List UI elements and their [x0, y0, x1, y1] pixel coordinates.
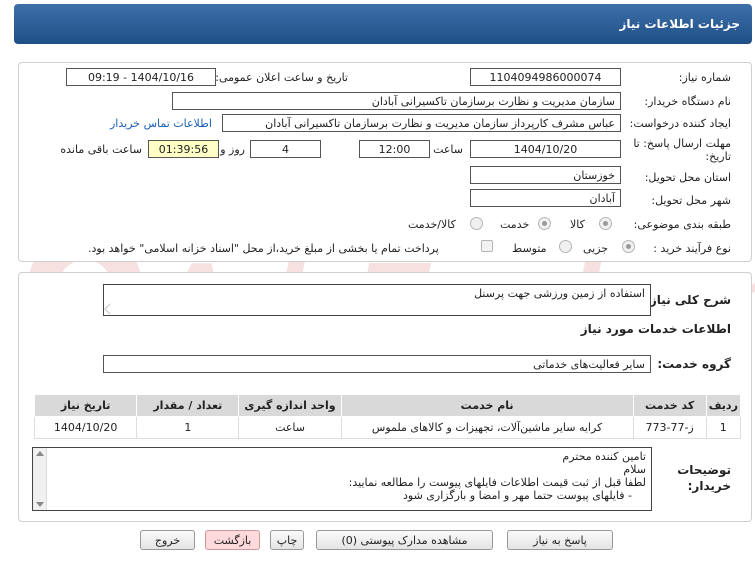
remaining-label: ساعت باقی مانده	[60, 143, 142, 156]
scrollbar[interactable]	[33, 448, 47, 510]
notes-line: سلام	[623, 463, 646, 476]
col-code-header: کد خدمت	[632, 394, 707, 417]
treasury-checkbox[interactable]	[481, 240, 493, 252]
description-textarea[interactable]: استفاده از زمین ورزشی جهت پرسنل	[103, 284, 651, 316]
service-group-field: سایر فعالیت‌های خدماتی	[103, 355, 651, 373]
category-option-service: خدمت	[500, 218, 530, 231]
purchase-radio-medium[interactable]	[559, 240, 572, 253]
notes-line: - فایلهای پیوست حتما مهر و امضا و بارگزا…	[403, 489, 646, 502]
announce-field: 1404/10/16 - 09:19	[66, 68, 216, 86]
days-label: روز و	[220, 143, 245, 156]
requester-field: عباس مشرف کارپرداز سازمان مدیریت و نظارت…	[222, 114, 621, 132]
col-name-header: نام خدمت	[340, 394, 634, 417]
cell-date: 1404/10/20	[33, 416, 138, 439]
category-label: طبقه بندی موضوعی:	[633, 218, 731, 231]
remaining-time-field: 01:39:56	[148, 140, 219, 158]
purchase-radio-minor[interactable]	[622, 240, 635, 253]
buyer-org-field: سازمان مدیریت و نظارت برسازمان تاکسیرانی…	[172, 92, 621, 110]
announce-label: تاریخ و ساعت اعلان عمومی:	[215, 71, 348, 84]
reply-button[interactable]: پاسخ به نیاز	[507, 530, 613, 550]
resize-handle-icon[interactable]	[104, 303, 116, 315]
category-option-both: کالا/خدمت	[408, 218, 456, 231]
print-button[interactable]: چاپ	[270, 530, 304, 550]
deadline-date-field: 1404/10/20	[470, 140, 621, 158]
need-number-field: 1104094986000074	[470, 68, 621, 86]
col-date-header: تاریخ نیاز	[33, 394, 138, 417]
col-row-header: ردیف	[705, 394, 742, 417]
notes-line: لطفا قبل از ثبت قیمت اطلاعات فایلهای پیو…	[348, 476, 646, 489]
city-label: شهر محل تحویل:	[651, 194, 731, 207]
cell-row: 1	[705, 416, 742, 439]
cell-name: کرایه سایر ماشین‌آلات، تجهیزات و کالاهای…	[340, 416, 634, 439]
requester-label: ایجاد کننده درخواست:	[629, 117, 731, 130]
cell-unit: ساعت	[238, 416, 342, 439]
notes-line: تامین کننده محترم	[562, 450, 646, 463]
description-text: استفاده از زمین ورزشی جهت پرسنل	[474, 287, 645, 300]
cell-code: ز-77-773	[632, 416, 707, 439]
purchase-type-label: نوع فرآیند خرید :	[653, 242, 731, 255]
category-radio-both[interactable]	[470, 217, 483, 230]
cell-qty: 1	[136, 416, 240, 439]
days-field: 4	[250, 140, 321, 158]
table-row: 1 ز-77-773 کرایه سایر ماشین‌آلات، تجهیزا…	[33, 416, 742, 439]
exit-button[interactable]: خروج	[140, 530, 195, 550]
services-section-title: اطلاعات خدمات مورد نیاز	[580, 322, 731, 336]
page-title: جزئیات اطلاعات نیاز	[619, 17, 740, 31]
col-qty-header: تعداد / مقدار	[136, 394, 240, 417]
purchase-option-minor: جزیی	[583, 242, 609, 255]
category-radio-service[interactable]	[538, 217, 551, 230]
category-radio-goods[interactable]	[599, 217, 612, 230]
table-header-row: ردیف کد خدمت نام خدمت واحد اندازه گیری ت…	[33, 394, 742, 417]
purchase-option-medium: متوسط	[512, 242, 547, 255]
back-button[interactable]: بازگشت	[205, 530, 260, 550]
view-attachments-button[interactable]: مشاهده مدارک پیوستی (0)	[316, 530, 493, 550]
notes-label: توضیحات خریدار:	[677, 463, 731, 493]
service-group-label: گروه خدمت:	[657, 357, 731, 371]
deadline-time-field: 12:00	[359, 140, 430, 158]
category-option-goods: کالا	[570, 218, 585, 231]
services-table: ردیف کد خدمت نام خدمت واحد اندازه گیری ت…	[33, 394, 742, 439]
buyer-org-label: نام دستگاه خریدار:	[644, 95, 731, 108]
col-unit-header: واحد اندازه گیری	[238, 394, 342, 417]
scroll-up-icon[interactable]	[36, 451, 44, 456]
description-label: شرح کلی نیاز:	[645, 293, 731, 307]
province-field: خوزستان	[470, 166, 621, 184]
page-header: جزئیات اطلاعات نیاز	[14, 4, 752, 44]
city-field: آبادان	[470, 189, 621, 207]
time-label: ساعت	[433, 143, 463, 156]
province-label: استان محل تحویل:	[644, 171, 731, 184]
scroll-down-icon[interactable]	[36, 502, 44, 507]
deadline-label: مهلت ارسال پاسخ: تا تاریخ:	[633, 137, 731, 163]
contact-info-link[interactable]: اطلاعات تماس خریدار	[110, 117, 212, 130]
notes-textarea[interactable]: تامین کننده محترم سلام لطفا قبل از ثبت ق…	[32, 447, 652, 511]
need-number-label: شماره نیاز:	[678, 71, 731, 84]
payment-note: پرداخت تمام یا بخشی از مبلغ خرید،از محل …	[88, 242, 439, 255]
